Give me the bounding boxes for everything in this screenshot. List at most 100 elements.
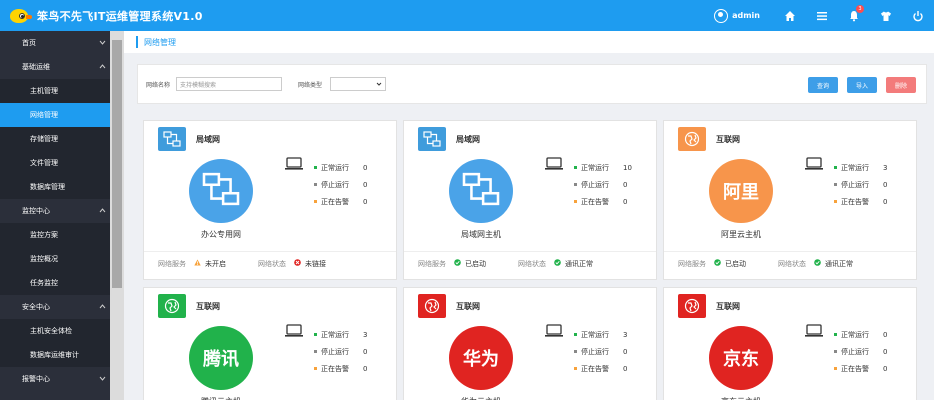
user-avatar-icon — [714, 8, 729, 23]
sidebar-item[interactable]: 主机安全体检 — [0, 319, 110, 343]
stat-alarm: 正在告警 0 — [314, 360, 383, 377]
sidebar-item[interactable]: 报警中心 — [0, 367, 110, 391]
stat-running: 正常运行 0 — [314, 159, 383, 176]
sidebar-item[interactable]: 基础运维 — [0, 55, 110, 79]
network-name-input[interactable]: 支持模糊搜索 — [176, 77, 283, 91]
host-name[interactable]: 阿里云主机 — [664, 229, 818, 240]
chevron-up-icon — [99, 208, 106, 213]
network-type: 互联网 — [456, 301, 480, 311]
network-type-select[interactable] — [330, 77, 387, 91]
network-status-value: 通讯正常 — [565, 259, 593, 268]
sidebar-item-label: 数据库运维审计 — [30, 351, 79, 359]
card-header: 互联网 — [418, 294, 480, 318]
top-bar: 笨鸟不先飞IT运维管理系统V1.0 admin 3 — [0, 0, 934, 31]
error-icon — [294, 259, 305, 268]
app-title: 笨鸟不先飞IT运维管理系统V1.0 — [37, 9, 203, 23]
host-name[interactable]: 办公专用网 — [144, 229, 298, 240]
sidebar-item[interactable]: 监控方案 — [0, 223, 110, 247]
status-dot — [314, 367, 317, 370]
card-header: 局域网 — [158, 127, 220, 151]
host-stats: 正常运行 3 停止运行 0 正在告警 0 — [574, 326, 643, 377]
monitor-icon — [545, 324, 563, 337]
sidebar-item-label: 监控方案 — [30, 231, 58, 239]
stat-label: 正在告警 — [581, 364, 609, 373]
sidebar-item-label: 主机管理 — [30, 87, 58, 95]
card-header: 互联网 — [158, 294, 220, 318]
provider-logo-text: 腾讯 — [203, 349, 239, 370]
menu-icon[interactable] — [806, 0, 838, 31]
sidebar-item-label: 主机安全体检 — [30, 327, 72, 335]
sidebar-item-label: 基础运维 — [22, 63, 50, 71]
sidebar-item[interactable]: 任务监控 — [0, 271, 110, 295]
chevron-down-icon — [99, 40, 106, 45]
sidebar-item[interactable]: 数据库管理 — [0, 175, 110, 199]
sidebar-item[interactable]: 首页 — [0, 31, 110, 55]
network-name-placeholder: 支持模糊搜索 — [180, 81, 217, 89]
host-stats: 正常运行 3 停止运行 0 正在告警 0 — [314, 326, 383, 377]
stat-value: 0 — [363, 163, 368, 172]
power-icon[interactable] — [902, 0, 934, 31]
status-dot — [574, 367, 577, 370]
stat-alarm: 正在告警 0 — [834, 193, 903, 210]
host-name[interactable]: 华为云主机 — [404, 396, 558, 400]
stat-label: 停止运行 — [581, 180, 609, 189]
stat-label: 正在告警 — [581, 197, 609, 206]
network-card[interactable]: 互联网京东京东云主机 正常运行 0 停止运行 0 正在告警 0 — [663, 287, 917, 400]
globe-icon — [418, 294, 446, 318]
bell-icon[interactable]: 3 — [838, 0, 870, 31]
network-type: 局域网 — [196, 134, 220, 144]
network-type: 互联网 — [716, 134, 740, 144]
stat-label: 正常运行 — [581, 330, 609, 339]
network-type: 局域网 — [456, 134, 480, 144]
sidebar-item-label: 监控中心 — [22, 207, 50, 215]
card-header: 互联网 — [678, 294, 740, 318]
notification-badge: 3 — [856, 5, 864, 13]
network-card[interactable]: 互联网华为华为云主机 正常运行 3 停止运行 0 正在告警 0 — [403, 287, 657, 400]
stat-label: 停止运行 — [841, 180, 869, 189]
card-footer: 网络服务 未开启 网络状态 未链接 — [144, 251, 396, 275]
sidebar-scroll-thumb[interactable] — [112, 40, 122, 288]
sidebar-item[interactable]: 监控中心 — [0, 199, 110, 223]
home-icon[interactable] — [774, 0, 806, 31]
query-button[interactable]: 查询 — [808, 77, 838, 93]
delete-button[interactable]: 删除 — [886, 77, 916, 93]
shirt-icon[interactable] — [870, 0, 902, 31]
stat-value: 3 — [883, 163, 888, 172]
sidebar-item[interactable]: 文件管理 — [0, 151, 110, 175]
stat-stopped: 停止运行 0 — [314, 176, 383, 193]
sidebar-item[interactable]: 监控概况 — [0, 247, 110, 271]
sidebar-item-label: 数据库管理 — [30, 183, 65, 191]
status-dot — [574, 333, 577, 336]
network-card[interactable]: 局域网 局域网主机 正常运行 10 停止运行 0 正在告警 0 网络服务 已启动 网络状态 通讯正常 — [403, 120, 657, 280]
stat-value: 0 — [623, 197, 628, 206]
check-icon — [814, 259, 825, 268]
host-name[interactable]: 腾讯云主机 — [144, 396, 298, 400]
status-dot — [314, 350, 317, 353]
monitor-icon — [285, 157, 303, 170]
status-dot — [574, 183, 577, 186]
sidebar-item[interactable]: 存储管理 — [0, 127, 110, 151]
breadcrumb-current[interactable]: 网络管理 — [144, 37, 176, 48]
lan-icon — [201, 172, 241, 211]
stat-label: 正常运行 — [581, 163, 609, 172]
chevron-up-icon — [99, 64, 106, 69]
network-card[interactable]: 局域网 办公专用网 正常运行 0 停止运行 0 正在告警 0 网络服务 未开启 网络状态 未链接 — [143, 120, 397, 280]
import-button[interactable]: 导入 — [847, 77, 877, 93]
host-name[interactable]: 局域网主机 — [404, 229, 558, 240]
network-card[interactable]: 互联网 阿里 阿里云主机 正常运行 3 停止运行 0 正在告警 0 网络服务 已启动 网络状态 通讯正常 — [663, 120, 917, 280]
status-dot — [834, 367, 837, 370]
sidebar-item[interactable]: 网络管理 — [0, 103, 110, 127]
stat-alarm: 正在告警 0 — [574, 360, 643, 377]
user-menu[interactable]: admin — [714, 8, 760, 23]
host-name[interactable]: 京东云主机 — [664, 396, 818, 400]
sidebar-item[interactable]: 数据库运维审计 — [0, 343, 110, 367]
sidebar-item[interactable]: 主机管理 — [0, 79, 110, 103]
sidebar-item[interactable]: 安全中心 — [0, 295, 110, 319]
service-status: 已启动 — [454, 259, 486, 269]
chevron-down-icon — [99, 376, 106, 381]
stat-value: 0 — [623, 364, 628, 373]
lan-icon — [461, 172, 501, 211]
network-card[interactable]: 互联网腾讯腾讯云主机 正常运行 3 停止运行 0 正在告警 0 — [143, 287, 397, 400]
service-value: 已启动 — [725, 259, 746, 268]
provider-logo — [189, 159, 253, 223]
